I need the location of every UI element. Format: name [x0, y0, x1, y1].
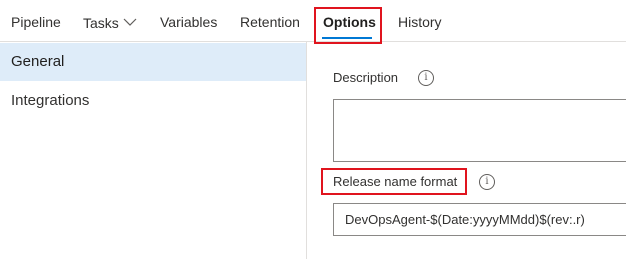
- pipeline-tab-bar: Pipeline Tasks Variables Retention Optio…: [0, 0, 626, 44]
- tab-tasks[interactable]: Tasks: [83, 12, 137, 32]
- tab-history[interactable]: History: [398, 12, 442, 32]
- nav-item-integrations[interactable]: Integrations: [0, 82, 306, 120]
- options-tab-highlight-box: [314, 7, 382, 44]
- tab-retention[interactable]: Retention: [240, 12, 300, 32]
- description-label: Description: [333, 70, 399, 85]
- chevron-down-icon[interactable]: [123, 12, 137, 26]
- nav-item-general[interactable]: General: [0, 43, 306, 81]
- release-name-format-input[interactable]: DevOpsAgent-$(Date:yyyyMMdd)$(rev:.r): [333, 203, 626, 236]
- tab-pipeline[interactable]: Pipeline: [11, 12, 61, 32]
- release-pipeline-options-page: Pipeline Tasks Variables Retention Optio…: [0, 0, 626, 259]
- options-left-nav: General Integrations: [0, 42, 307, 259]
- tab-tasks-label: Tasks: [83, 15, 119, 31]
- info-icon[interactable]: i: [479, 174, 495, 190]
- info-icon[interactable]: i: [418, 70, 434, 86]
- description-textarea[interactable]: [333, 99, 626, 162]
- general-settings-panel: Description i Release name format i DevO…: [308, 42, 626, 259]
- release-name-format-label: Release name format: [333, 174, 458, 189]
- tab-variables[interactable]: Variables: [160, 12, 217, 32]
